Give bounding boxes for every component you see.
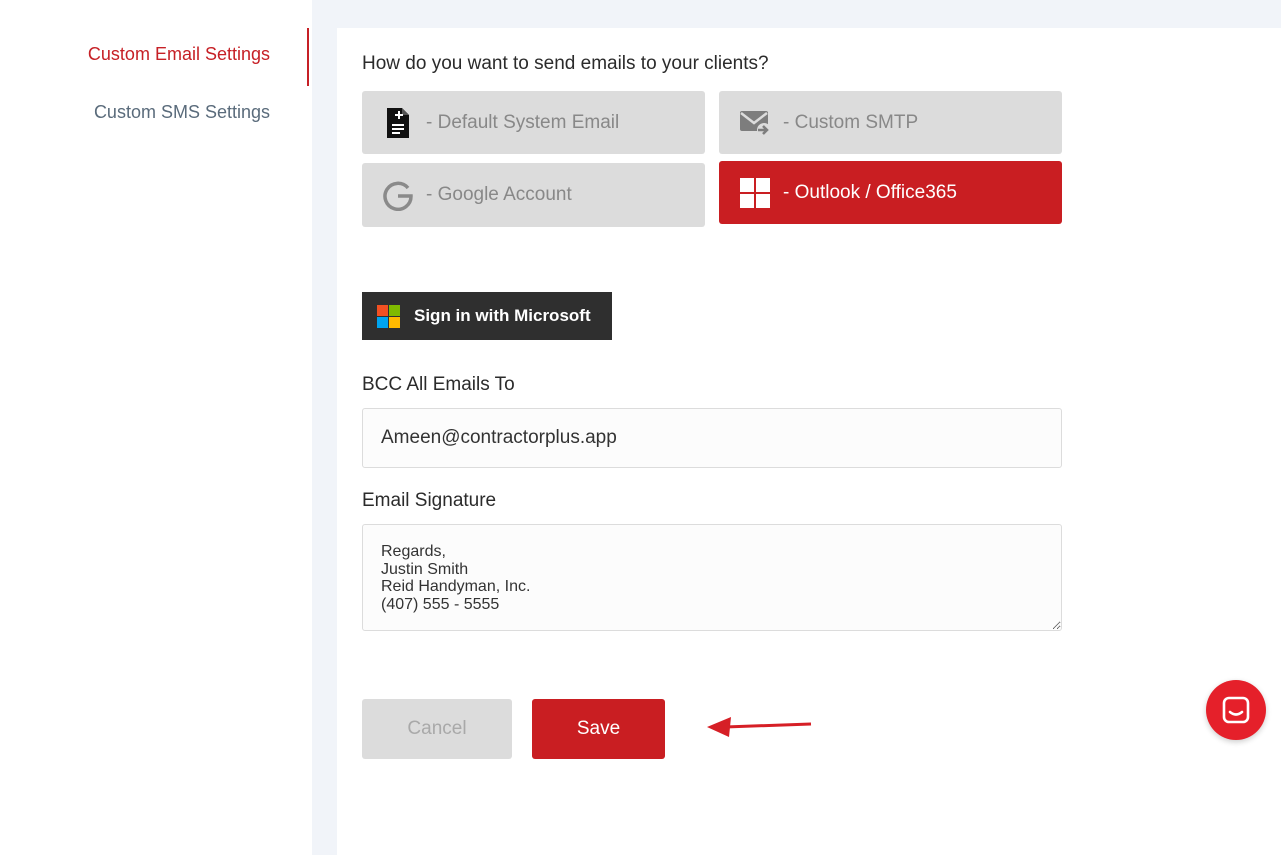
sidebar-item-custom-email-settings[interactable]: Custom Email Settings xyxy=(88,44,270,65)
email-signature-label: Email Signature xyxy=(362,490,497,511)
arrow-annotation-icon xyxy=(707,717,812,737)
option-google-account[interactable]: - Google Account xyxy=(362,163,705,227)
microsoft-button-label: Sign in with Microsoft xyxy=(414,306,591,325)
option-label: - Default System Email xyxy=(426,111,620,133)
sign-in-with-microsoft-button[interactable]: Sign in with Microsoft xyxy=(362,292,612,340)
mail-forward-icon xyxy=(739,107,771,139)
option-label: - Custom SMTP xyxy=(783,111,919,133)
option-default-system-email[interactable]: - Default System Email xyxy=(362,91,705,154)
microsoft-logo-icon xyxy=(377,304,400,328)
chat-icon xyxy=(1222,696,1250,724)
save-button[interactable]: Save xyxy=(532,699,665,759)
bcc-email-input[interactable] xyxy=(362,408,1062,468)
cancel-button[interactable]: Cancel xyxy=(362,699,512,759)
windows-icon xyxy=(739,177,771,209)
bcc-label: BCC All Emails To xyxy=(362,374,515,395)
top-strip xyxy=(312,0,1281,28)
send-method-question: How do you want to send emails to your c… xyxy=(362,53,769,74)
option-label: - Outlook / Office365 xyxy=(783,181,957,203)
option-outlook-office365[interactable]: - Outlook / Office365 xyxy=(719,161,1062,224)
sidebar-item-custom-sms-settings[interactable]: Custom SMS Settings xyxy=(94,102,270,123)
chat-widget-button[interactable] xyxy=(1206,680,1266,740)
document-icon xyxy=(382,107,414,139)
email-signature-textarea[interactable]: Regards, Justin Smith Reid Handyman, Inc… xyxy=(362,524,1062,631)
google-g-icon xyxy=(382,179,414,211)
settings-sidebar: Custom Email Settings Custom SMS Setting… xyxy=(0,0,312,855)
sidebar-active-indicator xyxy=(307,28,309,86)
content-gutter xyxy=(312,0,337,855)
option-custom-smtp[interactable]: - Custom SMTP xyxy=(719,91,1062,154)
option-label: - Google Account xyxy=(426,184,572,205)
